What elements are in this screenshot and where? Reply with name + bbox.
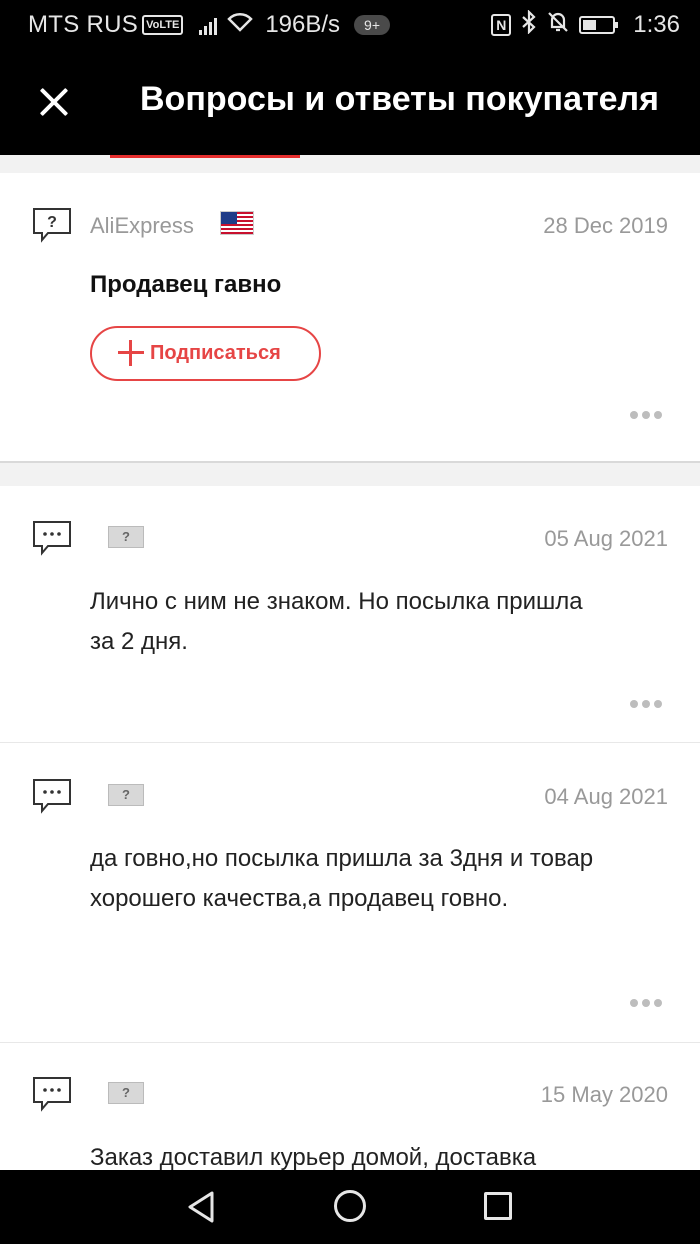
question-date: 28 Dec 2019 [543, 213, 668, 238]
volte-icon: VoLTE [142, 15, 184, 35]
qa-list[interactable]: ? AliExpress 28 Dec 2019 Продавец гавно … [0, 155, 700, 1170]
unknown-flag-icon: ? [108, 784, 144, 806]
answer-date: 05 Aug 2021 [544, 526, 668, 551]
question-author: AliExpress [90, 213, 194, 238]
close-icon[interactable] [36, 84, 72, 120]
tab-indicator [110, 155, 300, 158]
answer-icon [32, 1076, 72, 1112]
clock: 1:36 [633, 11, 680, 38]
svg-text:?: ? [47, 214, 57, 231]
question-card: ? AliExpress 28 Dec 2019 Продавец гавно … [0, 173, 700, 463]
answer-icon [32, 520, 72, 556]
recent-apps-icon[interactable] [484, 1192, 512, 1220]
answer-date: 04 Aug 2021 [544, 784, 668, 809]
divider [0, 1042, 700, 1043]
bluetooth-icon [521, 8, 537, 41]
unknown-flag-icon: ? [108, 1082, 144, 1104]
network-speed: 196B/s [265, 11, 341, 38]
subscribe-button[interactable]: Подписаться [90, 326, 321, 381]
answer-icon [32, 778, 72, 814]
us-flag-icon [220, 211, 254, 235]
bell-muted-icon [547, 10, 569, 41]
answer-date: 15 May 2020 [540, 1082, 668, 1107]
divider [0, 742, 700, 743]
answer-text: Лично с ним не знаком. Но посылка пришла… [90, 588, 583, 655]
system-nav-bar [0, 1170, 700, 1244]
answers-list: ? 05 Aug 2021 Лично с ним не знаком. Но … [0, 486, 700, 1170]
more-options-icon[interactable] [630, 411, 662, 419]
answer-text: Заказ доставил курьер домой, доставка [90, 1144, 537, 1170]
back-icon[interactable] [186, 1190, 216, 1229]
status-bar: MTS RUS VoLTE 196B/s 9+ N 1:36 [0, 0, 700, 50]
unknown-flag-icon: ? [108, 526, 144, 548]
battery-icon [579, 16, 619, 34]
more-options-icon[interactable] [630, 999, 662, 1007]
notification-count-badge: 9+ [354, 15, 390, 35]
more-options-icon[interactable] [630, 700, 662, 708]
home-icon[interactable] [334, 1190, 366, 1222]
plus-icon [118, 340, 144, 366]
carrier-name: MTS RUS [28, 11, 139, 38]
wifi-icon [227, 11, 254, 39]
question-text: Продавец гавно [90, 271, 282, 298]
subscribe-label: Подписаться [150, 342, 281, 364]
page-title: Вопросы и ответы покупателя [140, 80, 659, 118]
answer-text: да говно,но посылка пришла за 3дня и тов… [90, 845, 594, 912]
question-icon: ? [32, 207, 72, 243]
app-header: Вопросы и ответы покупателя [0, 50, 700, 155]
signal-icon [199, 15, 218, 35]
nfc-icon: N [491, 14, 512, 36]
